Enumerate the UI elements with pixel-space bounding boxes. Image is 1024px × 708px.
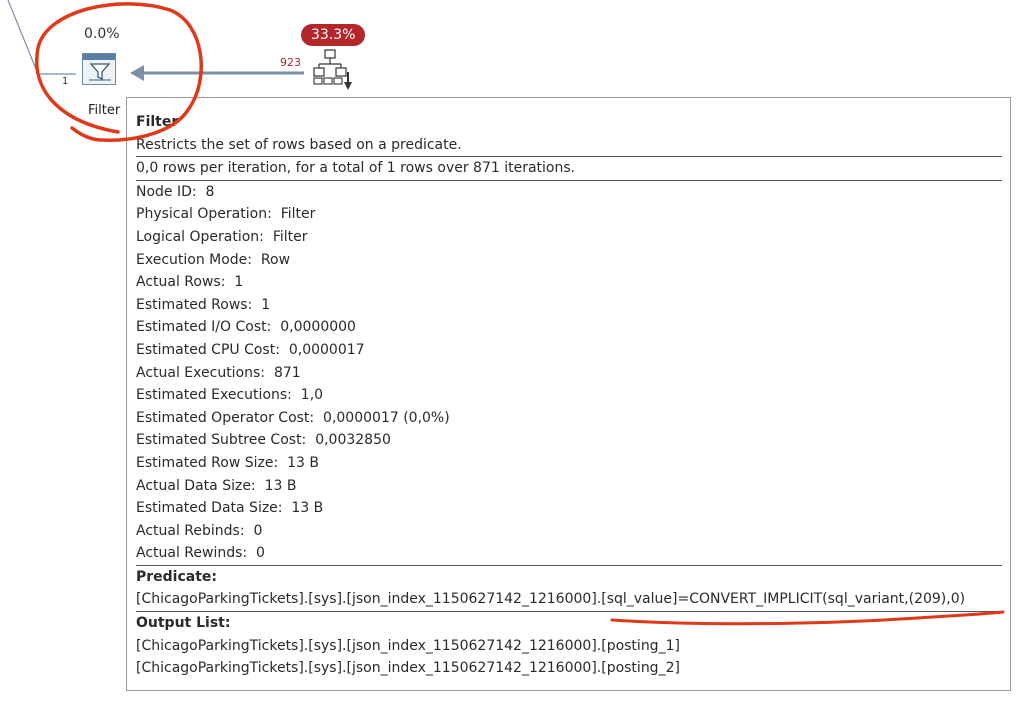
property-label: Estimated I/O Cost: [136, 319, 272, 336]
property-value: 1,0 [300, 387, 324, 404]
cost-badge: 33.3% [301, 24, 366, 46]
property-row: Physical Operation: Filter [136, 203, 1002, 226]
filter-cost-percent: 0.0% [84, 26, 120, 42]
property-value: 0,0000000 [280, 319, 356, 336]
property-label: Actual Executions: [136, 364, 266, 381]
property-value: 13 B [264, 477, 297, 494]
filter-funnel-icon [89, 63, 111, 81]
tooltip-content: Filter Restricts the set of rows based o… [136, 111, 1002, 680]
connector-line [7, 0, 76, 75]
operator-tooltip: Filter Restricts the set of rows based o… [126, 97, 1011, 691]
left-row-count: 1 [62, 76, 69, 87]
property-value: 0,0032850 [315, 432, 391, 449]
property-row: Estimated Rows: 1 [136, 294, 1002, 317]
tooltip-description: Restricts the set of rows based on a pre… [136, 134, 1002, 158]
tooltip-summary: 0,0 rows per iteration, for a total of 1… [136, 157, 1002, 181]
tooltip-properties: Node ID: 8 Physical Operation: Filter Lo… [136, 181, 1002, 566]
output-list-item: [ChicagoParkingTickets].[sys].[json_inde… [136, 637, 680, 654]
property-row: Estimated Operator Cost: 0,0000017 (0,0%… [136, 407, 1002, 430]
property-value: 8 [205, 183, 215, 200]
plan-canvas: 0.0% 1 923 33.3% Filter [0, 0, 1024, 118]
property-value: 0,0000017 [288, 341, 365, 358]
property-label: Execution Mode: [136, 251, 253, 268]
property-row: Execution Mode: Row [136, 249, 1002, 272]
property-label: Estimated CPU Cost: [136, 341, 280, 358]
property-row: Actual Rewinds: 0 [136, 542, 1002, 566]
property-row: Estimated Row Size: 13 B [136, 452, 1002, 475]
property-label: Estimated Rows: [136, 296, 253, 313]
property-row: Actual Rebinds: 0 [136, 520, 1002, 543]
property-label: Estimated Row Size: [136, 454, 279, 471]
property-row: Estimated I/O Cost: 0,0000000 [136, 316, 1002, 339]
property-value: Row [260, 251, 291, 268]
property-value: Filter [280, 206, 316, 223]
property-value: 871 [273, 364, 301, 381]
property-value: 13 B [291, 500, 324, 517]
property-label: Node ID: [136, 183, 197, 200]
predicate-heading: Predicate: [136, 568, 218, 585]
property-row: Logical Operation: Filter [136, 226, 1002, 249]
tooltip-title: Filter [136, 114, 179, 130]
property-value: 0,0000017 (0,0%) [323, 409, 450, 426]
property-row: Actual Rows: 1 [136, 271, 1002, 294]
property-label: Estimated Executions: [136, 387, 292, 404]
property-value: 1 [234, 274, 244, 291]
property-label: Actual Rewinds: [136, 545, 248, 562]
property-label: Actual Data Size: [136, 477, 256, 494]
output-list-heading: Output List: [136, 615, 231, 632]
arrow-row-count: 923 [280, 56, 301, 69]
property-label: Estimated Subtree Cost: [136, 432, 307, 449]
property-label: Estimated Data Size: [136, 500, 283, 517]
property-row: Estimated CPU Cost: 0,0000017 [136, 339, 1002, 362]
output-list-item: [ChicagoParkingTickets].[sys].[json_inde… [136, 660, 680, 677]
property-label: Physical Operation: [136, 206, 272, 223]
index-scan-tree-icon[interactable] [312, 48, 356, 92]
property-value: Filter [272, 228, 308, 245]
filter-node-label: Filter [88, 103, 121, 118]
property-label: Actual Rows: [136, 274, 226, 291]
property-value: 0 [256, 545, 265, 562]
property-value: 13 B [287, 454, 319, 471]
predicate-text: [ChicagoParkingTickets].[sys].[json_inde… [136, 588, 1002, 613]
property-row: Estimated Subtree Cost: 0,0032850 [136, 429, 1002, 452]
filter-node[interactable] [82, 53, 116, 85]
property-row: Actual Executions: 871 [136, 362, 1002, 385]
property-row: Node ID: 8 [136, 181, 1002, 204]
property-value: 0 [253, 522, 263, 539]
property-row: Estimated Executions: 1,0 [136, 384, 1002, 407]
property-label: Actual Rebinds: [136, 522, 245, 539]
property-row: Actual Data Size: 13 B [136, 475, 1002, 498]
property-row: Estimated Data Size: 13 B [136, 497, 1002, 520]
property-label: Logical Operation: [136, 228, 264, 245]
property-label: Estimated Operator Cost: [136, 409, 315, 426]
property-value: 1 [261, 296, 271, 313]
